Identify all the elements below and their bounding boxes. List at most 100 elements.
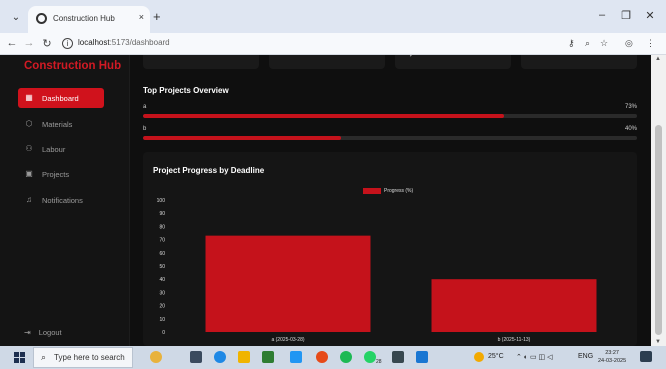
spotify-icon[interactable] [340, 351, 352, 363]
url-path: :5173/dashboard [109, 38, 170, 47]
x-tick-label: b (2025-11-13) [498, 337, 531, 343]
grid-icon: ▦ [25, 93, 33, 102]
windows-start-icon[interactable] [14, 352, 25, 363]
bar-chart: 0 10 20 30 40 50 60 70 80 90 100 a (2025-03-28) b (2… [157, 198, 597, 343]
clock-date: 24-03-2025 [598, 358, 627, 364]
address-bar: ← → ↻ i localhost:5173/dashboard ⚷ ⌕ ☆ ◎… [0, 33, 666, 55]
edge-icon[interactable] [214, 351, 226, 363]
progress-bar-fill [143, 114, 504, 118]
zoom-icon[interactable]: ⌕ [585, 38, 590, 49]
sidebar: Construction Hub ▦ Dashboard ⬡ Materials… [0, 55, 130, 346]
reload-icon[interactable]: ↻ [41, 37, 53, 50]
folder-icon: ▣ [25, 169, 33, 178]
url-host: localhost [78, 38, 110, 47]
brand-title: Construction Hub [24, 60, 122, 72]
task-view-icon[interactable] [190, 351, 202, 363]
temperature: 25°C [488, 353, 504, 360]
clock-time: 23:27 [605, 350, 619, 356]
system-tray-icons[interactable]: ⌃ ◐ ▭ ◫ ◁ [516, 353, 552, 361]
y-tick-label: 40 [159, 277, 165, 283]
page-scrollbar[interactable]: ▲ ▼ [651, 55, 666, 346]
app-viewport: Construction Hub ▦ Dashboard ⬡ Materials… [0, 55, 651, 346]
favicon-icon [36, 13, 47, 24]
browser-tab-bar: ⌄ Construction Hub × + – ❐ ✕ [0, 0, 666, 33]
sidebar-item-label: Projects [42, 169, 70, 179]
bookmark-star-icon[interactable]: ☆ [600, 38, 608, 49]
key-icon[interactable]: ⚷ [568, 38, 575, 49]
menu-kebab-icon[interactable]: ⋮ [646, 38, 655, 49]
minimize-button[interactable]: – [594, 9, 610, 21]
restore-button[interactable]: ❐ [618, 9, 634, 22]
taskbar-clock[interactable]: 23:27 24-03-2025 [598, 349, 626, 365]
chart-bar[interactable] [431, 279, 597, 332]
overview-title: Top Projects Overview [143, 86, 229, 95]
y-tick-label: 30 [159, 290, 165, 296]
sidebar-item-label: Labour [42, 144, 66, 154]
whatsapp-badge: 28 [376, 359, 382, 365]
scroll-down-icon[interactable]: ▼ [655, 339, 661, 345]
y-tick-label: 90 [159, 211, 165, 217]
browser-tab[interactable]: Construction Hub × [28, 6, 150, 33]
stat-card [269, 55, 385, 69]
profile-icon[interactable]: ◎ [625, 38, 633, 49]
box-icon: ⬡ [25, 119, 33, 128]
y-tick-label: 80 [159, 224, 165, 230]
project-percent: 73% [624, 104, 637, 110]
scroll-thumb[interactable] [655, 125, 662, 335]
vscode-icon[interactable] [416, 351, 428, 363]
sidebar-item-label: Notifications [42, 195, 83, 205]
logout-label: Logout [38, 328, 62, 337]
whatsapp-icon[interactable] [364, 351, 376, 363]
logout-button[interactable]: ⇥ Logout [24, 328, 62, 337]
app-icon[interactable] [290, 351, 302, 363]
taskbar-search-placeholder: Type here to search [54, 353, 125, 362]
search-icon: ⌕ [41, 352, 47, 362]
progress-bar-track [143, 114, 637, 118]
new-tab-button[interactable]: + [153, 9, 161, 24]
y-tick-label: 20 [159, 304, 165, 310]
weather-widget-icon[interactable] [150, 351, 162, 363]
chart-bar[interactable] [205, 235, 371, 332]
notification-center-icon[interactable] [640, 351, 652, 362]
bell-icon: ♫ [26, 195, 32, 204]
trend-arrow-icon: ⇆ [405, 55, 413, 59]
logout-icon: ⇥ [24, 328, 31, 337]
x-tick-label: a (2025-03-28) [271, 337, 304, 343]
taskbar-search[interactable]: ⌕ Type here to search [33, 347, 133, 368]
forward-icon[interactable]: → [23, 37, 35, 49]
terminal-icon[interactable] [392, 351, 404, 363]
sidebar-item-labour[interactable]: ⚇ Labour [18, 139, 104, 159]
sidebar-item-materials[interactable]: ⬡ Materials [18, 114, 104, 134]
close-window-button[interactable]: ✕ [642, 9, 658, 22]
y-tick-label: 100 [157, 198, 166, 204]
sidebar-item-notifications[interactable]: ♫ Notifications [18, 190, 104, 210]
sidebar-item-label: Materials [42, 119, 73, 129]
tab-title: Construction Hub [53, 14, 115, 23]
y-tick-label: 60 [159, 251, 165, 257]
project-percent: 40% [624, 126, 637, 132]
progress-bar-fill [143, 136, 341, 140]
sidebar-item-projects[interactable]: ▣ Projects [18, 164, 104, 184]
store-icon[interactable] [262, 351, 274, 363]
tab-search-dropdown-icon[interactable]: ⌄ [9, 11, 23, 25]
tab-close-button[interactable]: × [139, 12, 144, 22]
language-indicator[interactable]: ENG [578, 353, 593, 360]
back-icon[interactable]: ← [6, 37, 18, 49]
stat-card [143, 55, 259, 69]
y-tick-label: 0 [162, 330, 165, 336]
chrome-icon[interactable] [316, 351, 328, 363]
scroll-up-icon[interactable]: ▲ [655, 56, 661, 62]
y-tick-label: 70 [159, 238, 165, 244]
site-info-icon[interactable]: i [62, 38, 73, 49]
y-tick-label: 10 [159, 317, 165, 323]
chart-card: Project Progress by Deadline Progress (%… [143, 152, 637, 346]
stat-card [521, 55, 637, 69]
project-name: a [143, 104, 147, 110]
file-explorer-icon[interactable] [238, 351, 250, 363]
project-name: b [143, 126, 147, 132]
users-icon: ⚇ [25, 144, 33, 153]
url-field[interactable]: localhost:5173/dashboard [78, 38, 170, 47]
progress-bar-track [143, 136, 637, 140]
sidebar-item-dashboard[interactable]: ▦ Dashboard [18, 88, 104, 108]
weather-icon[interactable] [474, 352, 484, 362]
